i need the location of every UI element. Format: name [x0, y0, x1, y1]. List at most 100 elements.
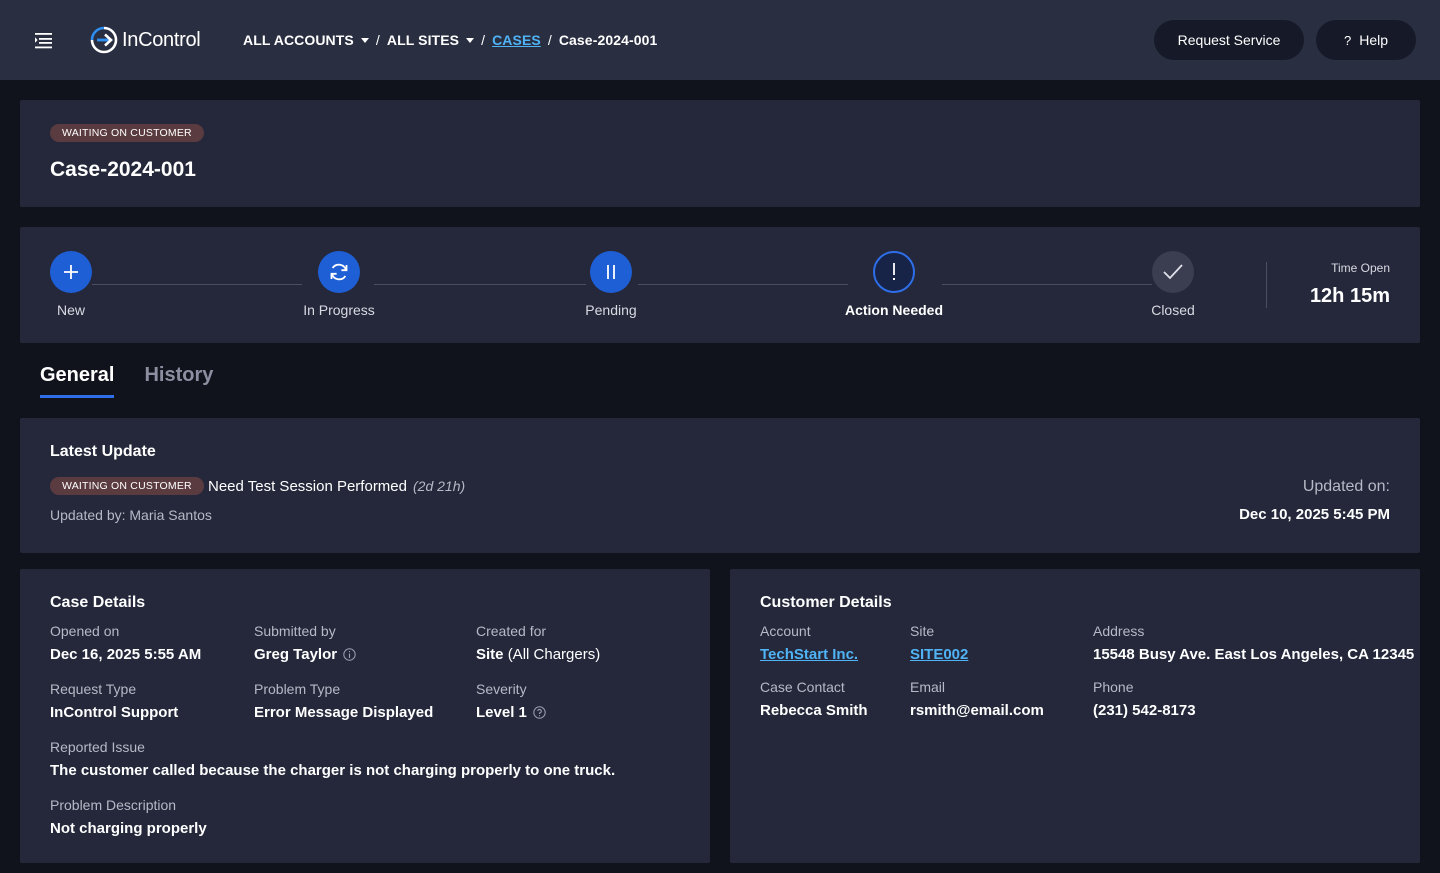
field-problem-type: Problem Type Error Message Displayed	[254, 681, 433, 721]
opened-on-value: Dec 16, 2025 5:55 AM	[50, 646, 202, 663]
tab-history[interactable]: History	[144, 362, 213, 398]
field-label: Site	[910, 623, 935, 639]
field-phone: Phone (231) 542-8173	[1093, 679, 1196, 719]
latest-update-text: Need Test Session Performed (2d 21h)	[208, 478, 465, 495]
field-label: Address	[1093, 623, 1145, 639]
update-age: (2d 21h)	[413, 478, 466, 494]
status-tracker: New In Progress Pending Action Needed Cl…	[20, 227, 1420, 343]
plus-icon	[50, 251, 92, 293]
field-label: Account	[760, 623, 811, 639]
field-address: Address 15548 Busy Ave. East Los Angeles…	[1093, 623, 1414, 663]
site-link[interactable]: SITE002	[910, 646, 968, 663]
field-case-contact: Case Contact Rebecca Smith	[760, 679, 868, 719]
field-severity: Severity Level 1	[476, 681, 546, 721]
field-value: Site (All Chargers)	[476, 646, 600, 663]
breadcrumb-sites-label: ALL SITES	[386, 32, 460, 48]
field-value: rsmith@email.com	[910, 702, 1044, 719]
breadcrumb-cases-link[interactable]: CASES	[492, 32, 541, 48]
request-service-button[interactable]: Request Service	[1154, 20, 1304, 60]
menu-icon[interactable]	[33, 30, 55, 50]
pause-icon	[590, 251, 632, 293]
tracker-step-label: Action Needed	[844, 302, 943, 318]
brand-name: InControl	[122, 28, 201, 51]
page-title: Case-2024-001	[50, 158, 196, 181]
tracker-step-label: Pending	[585, 302, 637, 318]
field-value: (231) 542-8173	[1093, 702, 1196, 719]
case-header-card: WAITING ON CUSTOMER Case-2024-001	[20, 100, 1420, 207]
contact-value: Rebecca Smith	[760, 702, 868, 719]
breadcrumb: ALL ACCOUNTS / ALL SITES / CASES / Case-…	[243, 31, 657, 49]
exclamation-icon	[873, 251, 915, 293]
request-service-label: Request Service	[1177, 32, 1281, 48]
field-value: SITE002	[910, 646, 968, 663]
field-value: Error Message Displayed	[254, 704, 433, 721]
logo-icon	[90, 26, 118, 54]
field-value: Level 1	[476, 704, 546, 721]
field-request-type: Request Type InControl Support	[50, 681, 178, 721]
tracker-step-new: New	[11, 251, 131, 318]
check-icon	[1152, 251, 1194, 293]
breadcrumb-separator: /	[547, 32, 552, 48]
account-link[interactable]: TechStart Inc.	[760, 646, 858, 663]
field-site: Site SITE002	[910, 623, 968, 663]
help-circle-icon[interactable]	[533, 706, 546, 719]
field-label: Problem Type	[254, 681, 341, 697]
tracker-step-closed: Closed	[1113, 251, 1233, 318]
field-label: Problem Description	[50, 797, 177, 813]
field-value: Not charging properly	[50, 820, 207, 837]
tracker-step-label: In Progress	[303, 302, 375, 318]
tab-bar: General History	[40, 362, 243, 398]
field-value: Greg Taylor	[254, 646, 356, 663]
customer-details-card: Customer Details Account TechStart Inc. …	[730, 569, 1420, 863]
tracker-step-label: New	[56, 302, 85, 318]
field-opened-on: Opened on Dec 16, 2025 5:55 AM	[50, 623, 201, 663]
section-title: Case Details	[50, 594, 146, 611]
info-icon[interactable]	[343, 648, 356, 661]
breadcrumb-all-sites[interactable]: ALL SITES	[386, 32, 475, 48]
section-title: Latest Update	[50, 443, 156, 460]
help-label: Help	[1359, 32, 1389, 48]
field-reported-issue: Reported Issue The customer called becau…	[50, 739, 615, 779]
field-label: Opened on	[50, 623, 120, 639]
help-button[interactable]: ? Help	[1316, 20, 1416, 60]
breadcrumb-accounts-label: ALL ACCOUNTS	[243, 32, 354, 48]
problem-description-value: Not charging properly	[50, 820, 207, 837]
field-value: TechStart Inc.	[760, 646, 858, 663]
field-label: Phone	[1093, 679, 1134, 695]
field-value: The customer called because the charger …	[50, 762, 615, 779]
field-label: Case Contact	[760, 679, 845, 695]
case-details-card: Case Details Opened on Dec 16, 2025 5:55…	[20, 569, 710, 863]
created-for-value: Site	[476, 646, 504, 663]
reported-issue-value: The customer called because the charger …	[50, 762, 616, 779]
breadcrumb-separator: /	[481, 32, 486, 48]
latest-update-card: Latest Update WAITING ON CUSTOMER Need T…	[20, 418, 1420, 553]
field-value: Dec 16, 2025 5:55 AM	[50, 646, 201, 663]
tracker-step-action-needed: Action Needed	[834, 251, 954, 318]
address-value: 15548 Busy Ave. East Los Angeles, CA 123…	[1093, 646, 1415, 663]
field-label: Severity	[476, 681, 527, 697]
question-icon: ?	[1343, 32, 1352, 48]
breadcrumb-all-accounts[interactable]: ALL ACCOUNTS	[243, 32, 369, 48]
field-label: Reported Issue	[50, 739, 145, 755]
section-title: Customer Details	[760, 594, 892, 611]
brand-logo[interactable]: InControl	[90, 25, 201, 55]
field-label: Created for	[476, 623, 547, 639]
updated-on-value: Dec 10, 2025 5:45 PM	[1239, 506, 1390, 523]
field-label: Request Type	[50, 681, 137, 697]
refresh-icon	[318, 251, 360, 293]
tab-general[interactable]: General	[40, 362, 115, 398]
status-badge: WAITING ON CUSTOMER	[50, 477, 204, 495]
breadcrumb-separator: /	[375, 32, 380, 48]
field-value: InControl Support	[50, 704, 178, 721]
email-value: rsmith@email.com	[910, 702, 1044, 719]
tracker-step-pending: Pending	[551, 251, 671, 318]
field-problem-description: Problem Description Not charging properl…	[50, 797, 207, 837]
top-bar: InControl ALL ACCOUNTS / ALL SITES / CAS…	[0, 0, 1440, 80]
field-created-for: Created for Site (All Chargers)	[476, 623, 600, 663]
chevron-down-icon	[360, 37, 369, 43]
updated-on-label: Updated on:	[1302, 478, 1390, 495]
time-open-label: Time Open	[1331, 261, 1390, 275]
phone-value: (231) 542-8173	[1093, 702, 1196, 719]
field-submitted-by: Submitted by Greg Taylor	[254, 623, 356, 663]
field-value: Rebecca Smith	[760, 702, 868, 719]
